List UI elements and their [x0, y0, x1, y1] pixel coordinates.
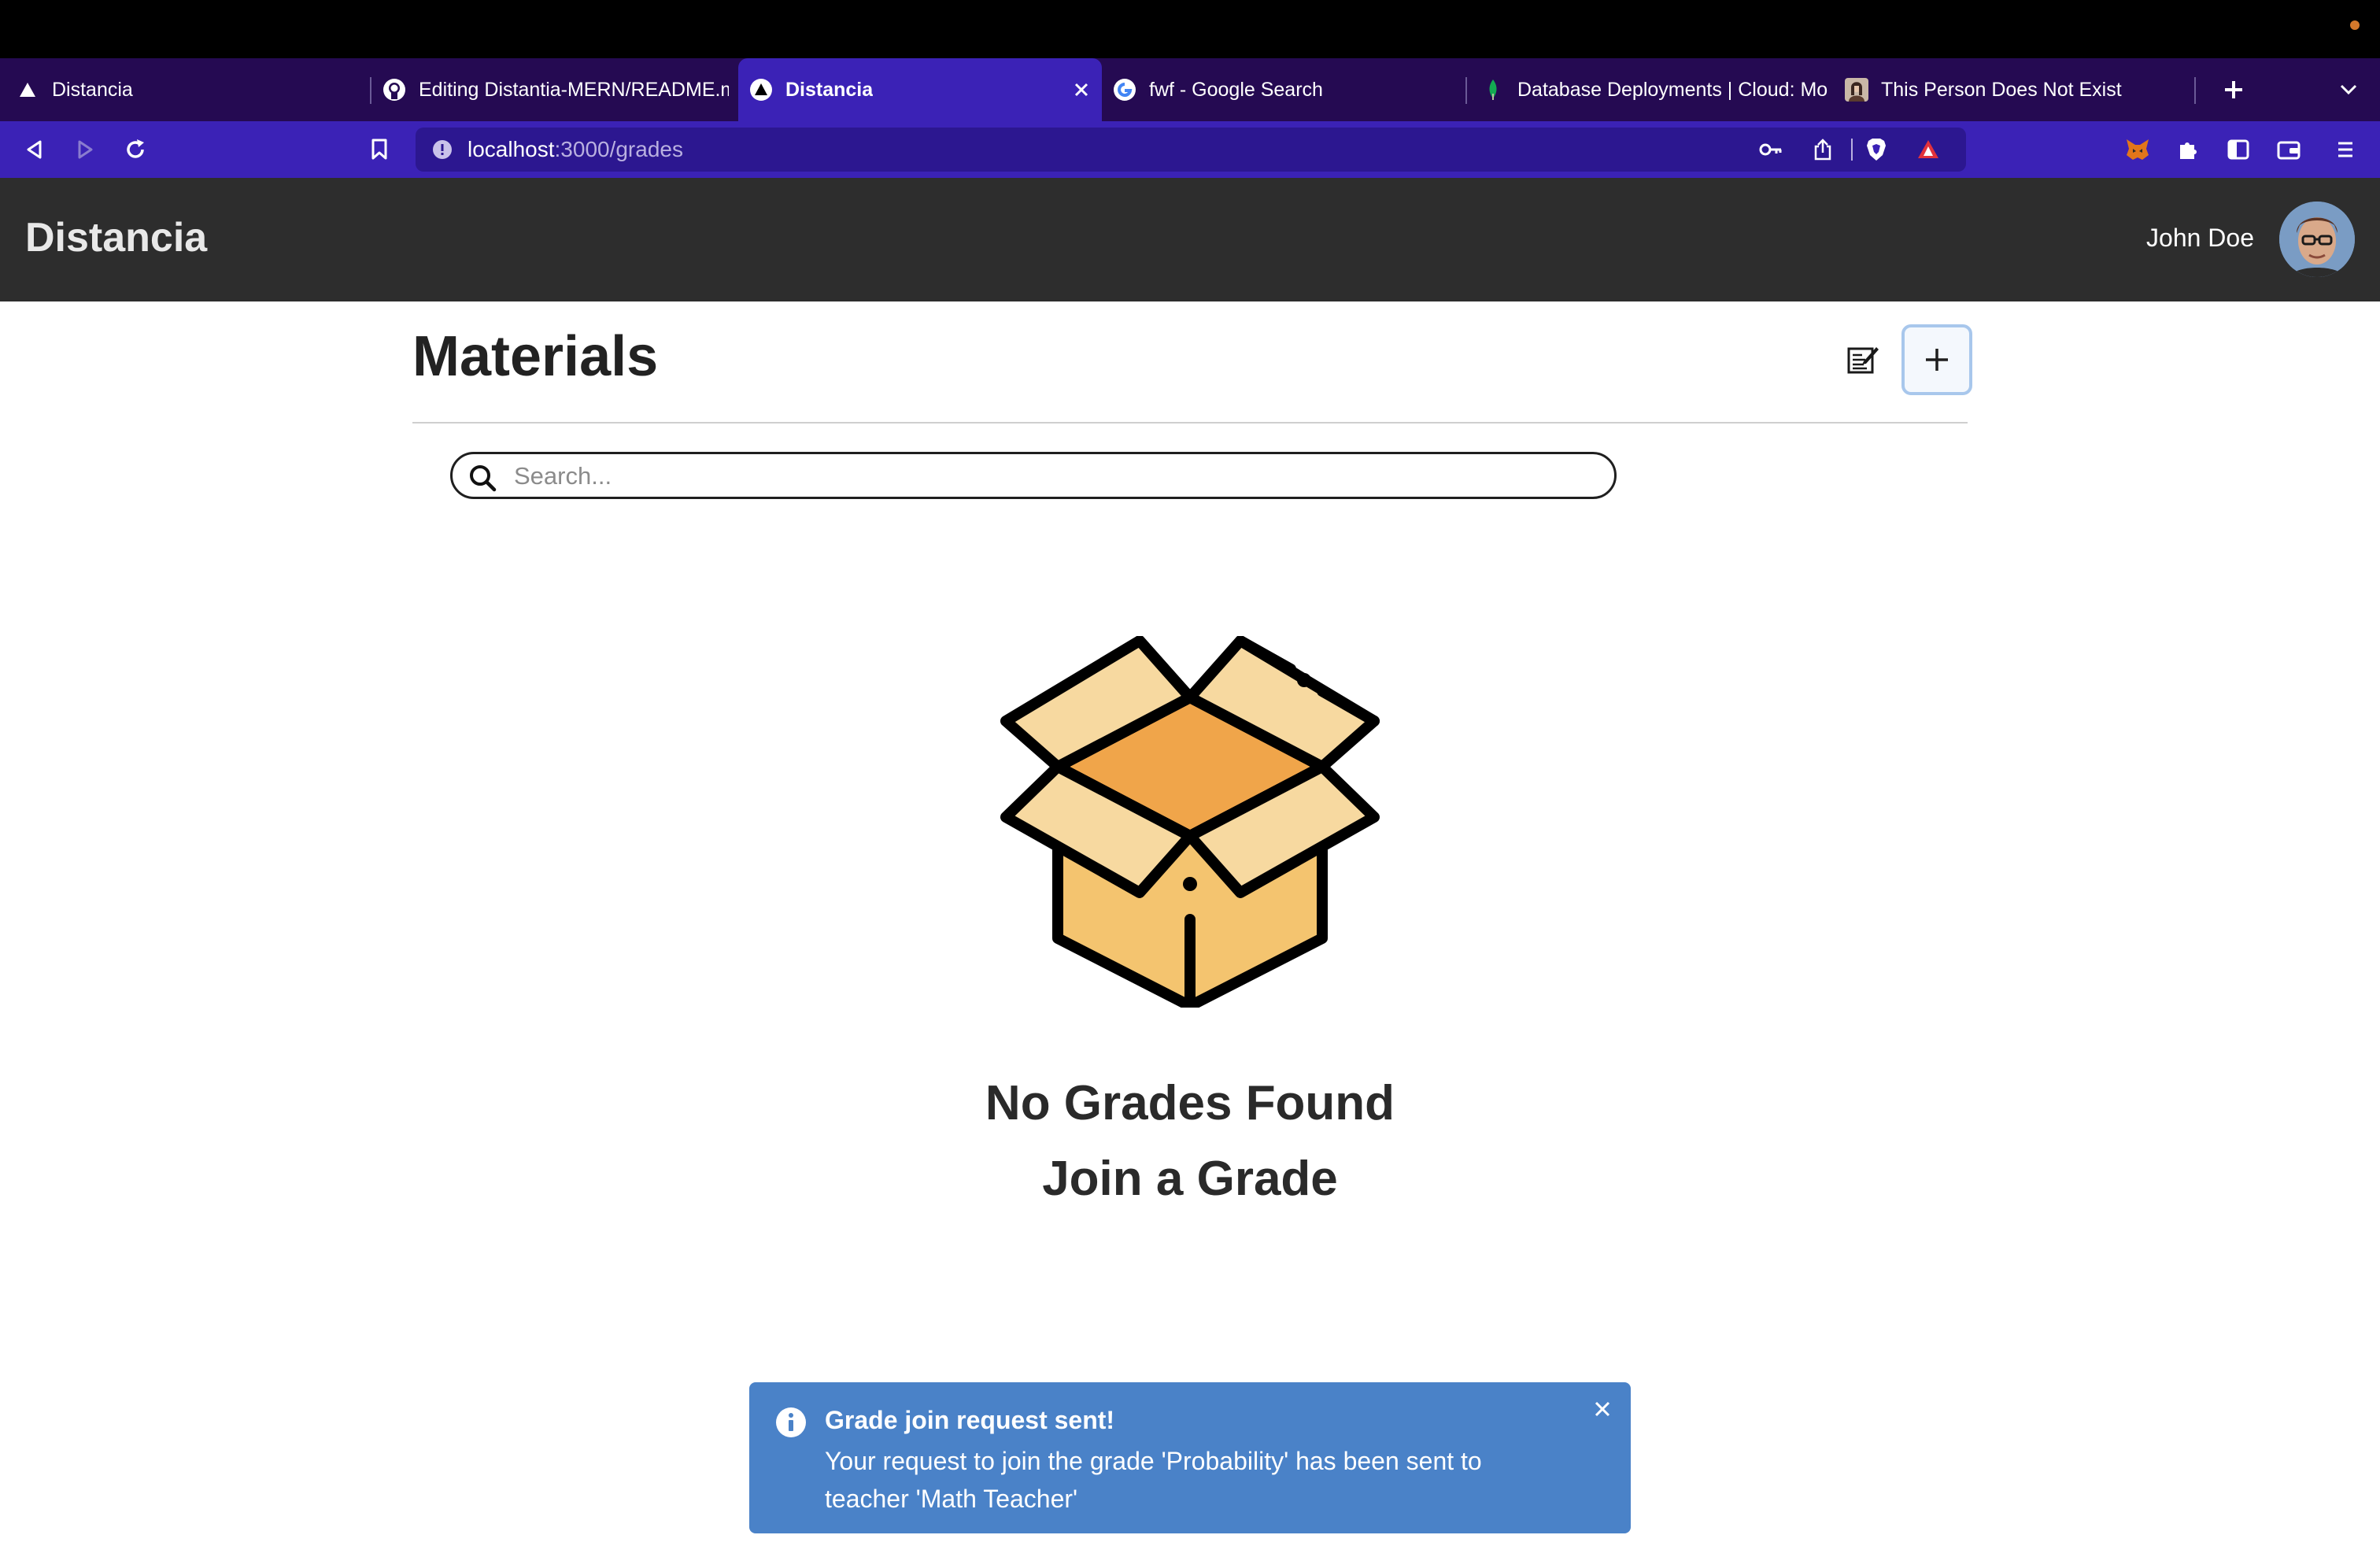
url-host: localhost: [468, 137, 555, 161]
browser-tab[interactable]: Editing Distantia-MERN/README.md: [382, 58, 729, 121]
sidebar-toggle-icon[interactable]: [2223, 134, 2254, 165]
reload-icon[interactable]: [120, 134, 151, 165]
edit-document-icon[interactable]: [1845, 342, 1881, 378]
app-navbar: Distancia John Doe: [0, 178, 2380, 301]
metamask-fox-icon[interactable]: [2122, 134, 2153, 165]
title-divider: [412, 422, 1968, 423]
github-icon: [382, 78, 406, 102]
empty-state-subtitle: Join a Grade: [1042, 1152, 1338, 1206]
brand-logo-text[interactable]: Distancia: [25, 214, 207, 261]
user-avatar[interactable]: [2279, 202, 2355, 277]
browser-tab-active[interactable]: Distancia: [738, 58, 1102, 121]
hamburger-menu-icon[interactable]: [2330, 134, 2361, 165]
search-icon: [467, 462, 498, 494]
close-tab-icon[interactable]: [1069, 77, 1094, 102]
tab-title: fwf - Google Search: [1149, 78, 1323, 101]
omnibox-separator: [1851, 139, 1853, 161]
user-name[interactable]: John Doe: [2146, 224, 2254, 253]
tab-title: Distancia: [52, 78, 133, 101]
url-text[interactable]: localhost:3000/grades: [468, 128, 683, 172]
triangle-favicon-icon: [749, 78, 773, 102]
mongodb-leaf-icon: [1481, 78, 1505, 102]
share-icon[interactable]: [1810, 137, 1835, 162]
tab-title: This Person Does Not Exist: [1881, 78, 2122, 101]
plus-icon: [1926, 349, 1948, 371]
toast-message: Your request to join the grade 'Probabil…: [825, 1447, 1482, 1513]
toast-title: Grade join request sent!: [825, 1406, 1115, 1434]
info-icon: [774, 1406, 808, 1439]
info-toast: Grade join request sent! Your request to…: [749, 1382, 1631, 1533]
tab-title: Editing Distantia-MERN/README.md: [419, 78, 729, 101]
new-tab-button[interactable]: [2212, 58, 2256, 121]
browser-tab[interactable]: fwf - Google Search: [1113, 58, 1451, 121]
search-bar[interactable]: [450, 452, 1617, 499]
close-icon[interactable]: [1588, 1395, 1617, 1423]
empty-box-illustration-icon: [993, 635, 1387, 1012]
back-arrow-icon[interactable]: [19, 134, 50, 165]
page-title: Materials: [412, 325, 659, 388]
browser-tab[interactable]: Database Deployments | Cloud: MongoDB: [1481, 58, 1828, 121]
address-bar[interactable]: localhost:3000/grades: [416, 128, 1966, 172]
wallet-icon[interactable]: [2273, 134, 2304, 165]
tab-search-chevron-icon[interactable]: [2328, 58, 2369, 121]
bookmark-icon[interactable]: [364, 134, 395, 165]
site-info-icon[interactable]: [431, 139, 453, 161]
key-icon[interactable]: [1758, 137, 1783, 162]
add-grade-button[interactable]: [1901, 324, 1972, 395]
browser-toolbar: localhost:3000/grades: [0, 121, 2380, 178]
url-path: :3000/grades: [554, 137, 683, 161]
tab-title: Distancia: [785, 78, 874, 101]
google-icon: [1113, 78, 1136, 102]
tab-separator: [2194, 77, 2196, 104]
portrait-icon: [1845, 78, 1868, 102]
brave-rewards-icon[interactable]: [1916, 137, 1941, 162]
os-menu-bar: [0, 0, 2380, 58]
search-input[interactable]: [514, 459, 1600, 494]
forward-arrow-icon[interactable]: [69, 134, 101, 165]
brave-shield-icon[interactable]: [1864, 137, 1889, 162]
triangle-favicon-icon: [16, 78, 39, 102]
empty-state-title: No Grades Found: [985, 1076, 1395, 1130]
browser-tab[interactable]: This Person Does Not Exist: [1845, 58, 2191, 121]
tab-title: Database Deployments | Cloud: MongoDB: [1517, 78, 1828, 101]
browser-tab[interactable]: Distancia: [16, 58, 362, 121]
extensions-puzzle-icon[interactable]: [2172, 134, 2204, 165]
recording-indicator-dot: [2350, 20, 2360, 30]
tab-separator: [370, 77, 371, 104]
tab-separator: [1465, 77, 1467, 104]
